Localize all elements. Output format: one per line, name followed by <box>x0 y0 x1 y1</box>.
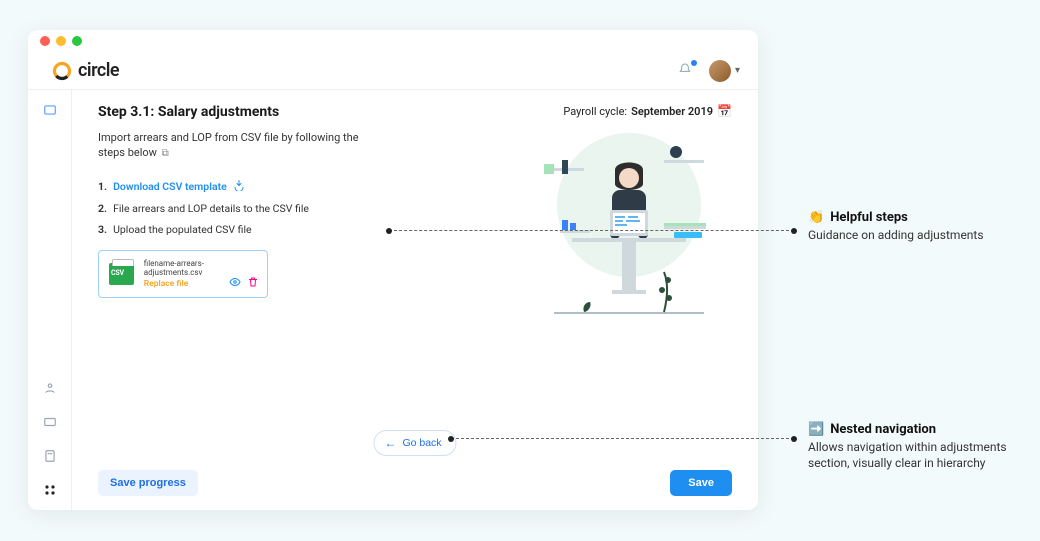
page-subtext: Import arrears and LOP from CSV file by … <box>98 130 378 161</box>
annotation-connector-1 <box>389 230 794 231</box>
external-link-icon[interactable]: ⧉ <box>162 148 169 159</box>
annotation-desc: Guidance on adding adjustments <box>808 227 1028 243</box>
step-text: File arrears and LOP details to the CSV … <box>113 202 309 215</box>
preview-file-icon[interactable] <box>229 276 241 291</box>
brand-name: circle <box>78 60 119 81</box>
brand: circle <box>52 60 119 81</box>
window-titlebar <box>28 30 758 52</box>
minimize-window-icon[interactable] <box>56 36 66 46</box>
payroll-cycle-value: September 2019 <box>631 105 713 118</box>
annotation-helpful-steps: 👏 Helpful steps Guidance on adding adjus… <box>808 210 1028 243</box>
brand-logo-icon <box>52 61 72 81</box>
uploaded-file-card: filename-arrears-adjustments.csv Replace… <box>98 250 268 298</box>
sidebar-item-apps[interactable] <box>42 482 58 498</box>
sidebar-item-docs[interactable] <box>42 448 58 464</box>
annotation-title: Nested navigation <box>830 422 936 437</box>
delete-file-icon[interactable] <box>247 276 259 291</box>
step-text: Upload the populated CSV file <box>113 223 252 236</box>
clap-emoji-icon: 👏 <box>808 210 824 225</box>
main-content: Step 3.1: Salary adjustments Payroll cyc… <box>72 90 758 510</box>
notification-dot-icon <box>691 60 697 66</box>
page-title: Step 3.1: Salary adjustments <box>98 104 279 120</box>
file-name: filename-arrears-adjustments.csv <box>144 259 257 277</box>
step-number: 1. <box>98 180 107 193</box>
sidebar <box>28 90 72 510</box>
sidebar-item-inbox[interactable] <box>42 414 58 430</box>
avatar <box>709 60 731 82</box>
topbar-actions: ▾ <box>677 60 740 82</box>
sidebar-item-people[interactable] <box>42 380 58 396</box>
save-progress-button[interactable]: Save progress <box>98 470 198 496</box>
payroll-cycle-label: Payroll cycle: <box>563 105 627 118</box>
annotation-connector-2 <box>451 438 794 439</box>
maximize-window-icon[interactable] <box>72 36 82 46</box>
step-number: 2. <box>98 202 107 215</box>
payroll-cycle: Payroll cycle: September 2019 📅 <box>563 104 732 118</box>
go-back-button[interactable]: ← Go back <box>373 430 456 456</box>
download-template-link[interactable]: Download CSV template <box>113 180 227 193</box>
annotation-desc: Allows navigation within adjustments sec… <box>808 439 1028 471</box>
csv-file-icon <box>109 263 134 285</box>
arrow-emoji-icon: ➡️ <box>808 422 824 437</box>
user-menu[interactable]: ▾ <box>709 60 740 82</box>
annotation-nested-navigation: ➡️ Nested navigation Allows navigation w… <box>808 422 1028 471</box>
calendar-icon[interactable]: 📅 <box>717 104 732 118</box>
arrow-left-icon: ← <box>384 436 396 450</box>
footer: Save progress Save <box>98 460 732 496</box>
close-window-icon[interactable] <box>40 36 50 46</box>
topbar: circle ▾ <box>28 52 758 90</box>
step-number: 3. <box>98 223 107 236</box>
sidebar-item-dashboard[interactable] <box>42 102 58 118</box>
notifications-button[interactable] <box>677 62 695 80</box>
download-icon[interactable] <box>233 179 245 194</box>
chevron-down-icon: ▾ <box>735 65 740 76</box>
annotation-title: Helpful steps <box>830 210 908 225</box>
subtext-text: Import arrears and LOP from CSV file by … <box>98 131 359 159</box>
save-button[interactable]: Save <box>670 470 732 496</box>
go-back-label: Go back <box>402 437 441 449</box>
